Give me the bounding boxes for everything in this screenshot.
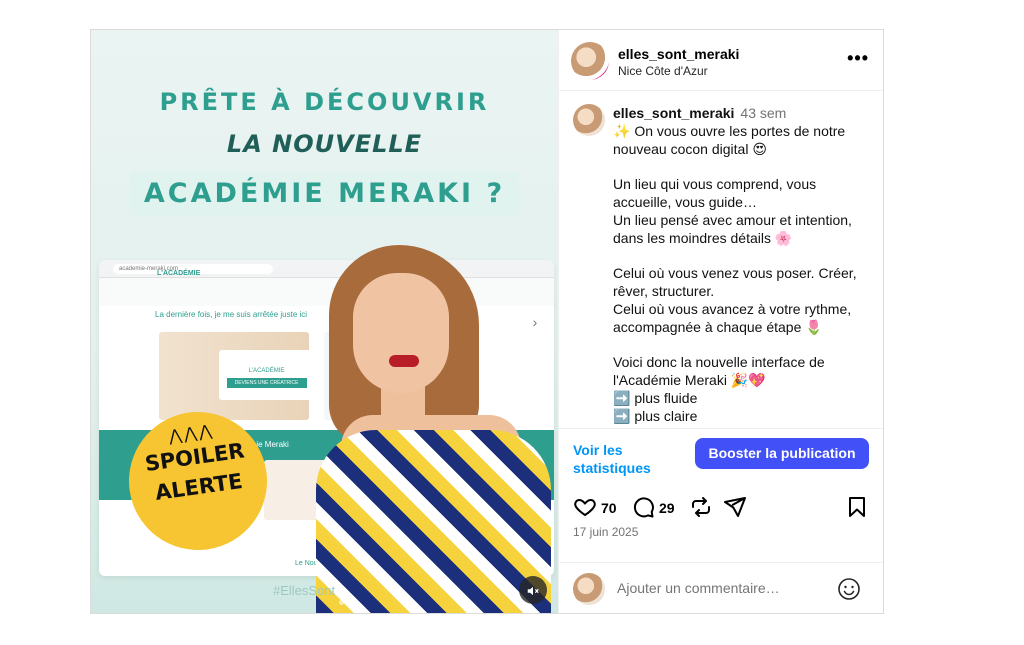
next-slide-button[interactable]: ›: [522, 309, 548, 335]
caption-line: Un lieu qui vous comprend, vous accueill…: [613, 176, 852, 246]
caption-line: Voici donc la nouvelle interface de l'Ac…: [613, 354, 825, 424]
comment-bar: [559, 562, 883, 613]
header-username[interactable]: elles_sont_meraki: [618, 46, 739, 62]
site-logo: L'ACADÉMIE: [157, 270, 201, 277]
comments-count[interactable]: 29: [659, 500, 675, 516]
headline-line3: ACADÉMIE MERAKI ?: [129, 172, 520, 215]
chevron-right-icon: ›: [532, 314, 538, 330]
more-options-button[interactable]: •••: [847, 48, 869, 69]
speaker-mute-icon: [527, 586, 539, 595]
face: [353, 273, 449, 393]
bookmark-icon[interactable]: [845, 495, 869, 519]
boost-post-button[interactable]: Booster la publication: [695, 438, 869, 469]
course-card: L'ACADÉMIE DEVIENS UNE CRÉATRICE: [219, 350, 314, 400]
likes-count[interactable]: 70: [601, 500, 617, 516]
comment-avatar: [573, 573, 605, 605]
post-date[interactable]: 17 juin 2025: [573, 525, 638, 539]
headline-line2: LA NOUVELLE: [226, 130, 423, 158]
header-location[interactable]: Nice Côte d'Azur: [618, 64, 708, 78]
headline-line1: PRÊTE À DÉCOUVRIR: [159, 88, 490, 116]
action-icons: 70 29: [573, 495, 869, 521]
instagram-post: PRÊTE À DÉCOUVRIR LA NOUVELLE ACADÉMIE M…: [90, 29, 884, 614]
post-header: elles_sont_meraki Nice Côte d'Azur •••: [559, 30, 883, 91]
media-hashtag: #EllesSont: [273, 583, 336, 598]
comment-input[interactable]: [617, 580, 817, 596]
course-card-button: DEVIENS UNE CRÉATRICE: [226, 378, 307, 388]
woman-photo: [311, 235, 556, 613]
caption-line: Celui où vous venez vous poser. Créer, r…: [613, 265, 857, 335]
caption-time: 43 sem: [740, 105, 787, 121]
repost-icon[interactable]: [689, 495, 713, 519]
view-insights-link[interactable]: Voir les statistiques: [573, 441, 663, 477]
caption-avatar[interactable]: [573, 104, 605, 136]
comment-icon[interactable]: [631, 495, 655, 519]
caption-line: ✨ On vous ouvre les portes de notre nouv…: [613, 123, 846, 157]
profile-avatar[interactable]: [571, 42, 609, 80]
lemon-dress: [316, 430, 551, 613]
actions-bar: Voir les statistiques Booster la publica…: [559, 428, 883, 578]
caption-username[interactable]: elles_sont_meraki: [613, 105, 734, 121]
mute-button[interactable]: [519, 576, 547, 604]
post-caption: elles_sont_meraki 43 sem ✨ On vous ouvre …: [559, 92, 883, 428]
carousel-dots: [339, 592, 355, 610]
lips: [389, 355, 419, 367]
share-icon[interactable]: [723, 495, 747, 519]
media-headline: PRÊTE À DÉCOUVRIR LA NOUVELLE ACADÉMIE M…: [91, 88, 558, 215]
course-card-title: L'ACADÉMIE: [248, 368, 285, 374]
emoji-icon[interactable]: [837, 577, 861, 601]
post-sidebar: elles_sont_meraki Nice Côte d'Azur ••• e…: [558, 30, 883, 613]
heart-icon[interactable]: [573, 495, 597, 519]
site-note: La dernière fois, je me suis arrêtée jus…: [155, 310, 308, 319]
caption-body: elles_sont_meraki 43 sem ✨ On vous ouvre …: [613, 104, 871, 425]
post-media[interactable]: PRÊTE À DÉCOUVRIR LA NOUVELLE ACADÉMIE M…: [91, 30, 558, 613]
